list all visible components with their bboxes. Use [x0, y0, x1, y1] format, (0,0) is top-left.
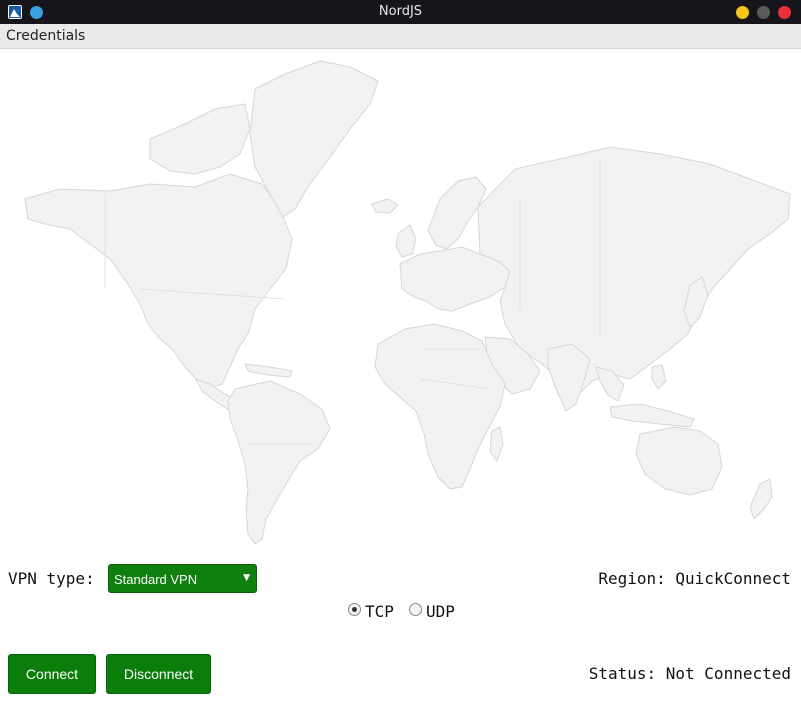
map-uk [395, 224, 417, 258]
menu-credentials[interactable]: Credentials [6, 28, 85, 44]
map-madagascar [489, 426, 504, 462]
connection-status: Status: Not Connected [588, 664, 791, 683]
map-caribbean [244, 363, 293, 378]
map-indonesia [609, 403, 695, 428]
title-bar: NordJS [0, 0, 801, 24]
map-arctic-islands [149, 103, 251, 175]
menu-bar: Credentials [0, 24, 801, 49]
map-south-america [227, 380, 331, 545]
map-india [547, 343, 591, 412]
radio-unselected-icon[interactable] [409, 603, 422, 616]
world-map[interactable] [0, 49, 801, 549]
map-philippines [651, 364, 667, 390]
vpn-type-select[interactable]: Standard VPN ▼ [108, 564, 257, 593]
region-label: Region: QuickConnect [598, 569, 791, 588]
close-button[interactable] [778, 6, 791, 19]
protocol-udp-label: UDP [426, 602, 455, 621]
map-north-america [24, 173, 293, 390]
radio-selected-icon[interactable] [348, 603, 361, 616]
chevron-down-icon: ▼ [243, 573, 250, 583]
map-new-zealand [749, 478, 773, 520]
vpn-type-label: VPN type: [8, 569, 95, 588]
map-iceland [371, 198, 399, 214]
map-scandinavia [427, 176, 487, 250]
connect-button[interactable]: Connect [8, 654, 96, 694]
minimize-button[interactable] [736, 6, 749, 19]
disconnect-button[interactable]: Disconnect [106, 654, 211, 694]
maximize-button[interactable] [757, 6, 770, 19]
window-title: NordJS [378, 4, 423, 19]
protocol-tcp-label: TCP [365, 602, 394, 621]
vpn-type-value: Standard VPN [114, 572, 198, 587]
map-australia [635, 426, 723, 496]
